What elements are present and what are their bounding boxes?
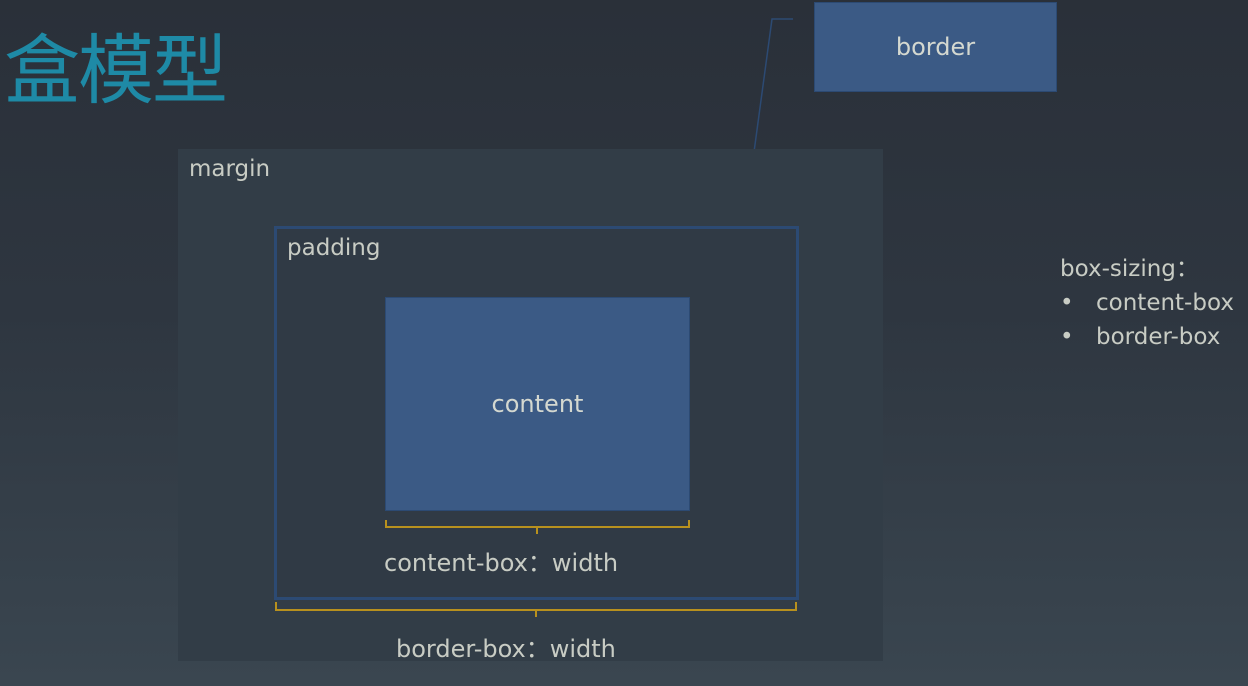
content-label: content	[491, 390, 584, 418]
slide-title: 盒模型	[4, 26, 228, 115]
border-label: border	[895, 33, 976, 61]
box-sizing-list: box-sizing： content-box border-box	[1060, 252, 1234, 354]
border-box-width-label: border-box：width	[396, 635, 616, 663]
content-box: content	[385, 297, 690, 511]
list-item: content-box	[1060, 286, 1234, 320]
padding-label: padding	[287, 235, 381, 261]
margin-label: margin	[189, 156, 271, 182]
content-box-width-label: content-box：width	[384, 549, 619, 577]
list-item: border-box	[1060, 320, 1234, 354]
border-callout-box: border	[814, 2, 1057, 92]
box-sizing-heading: box-sizing：	[1060, 256, 1199, 282]
